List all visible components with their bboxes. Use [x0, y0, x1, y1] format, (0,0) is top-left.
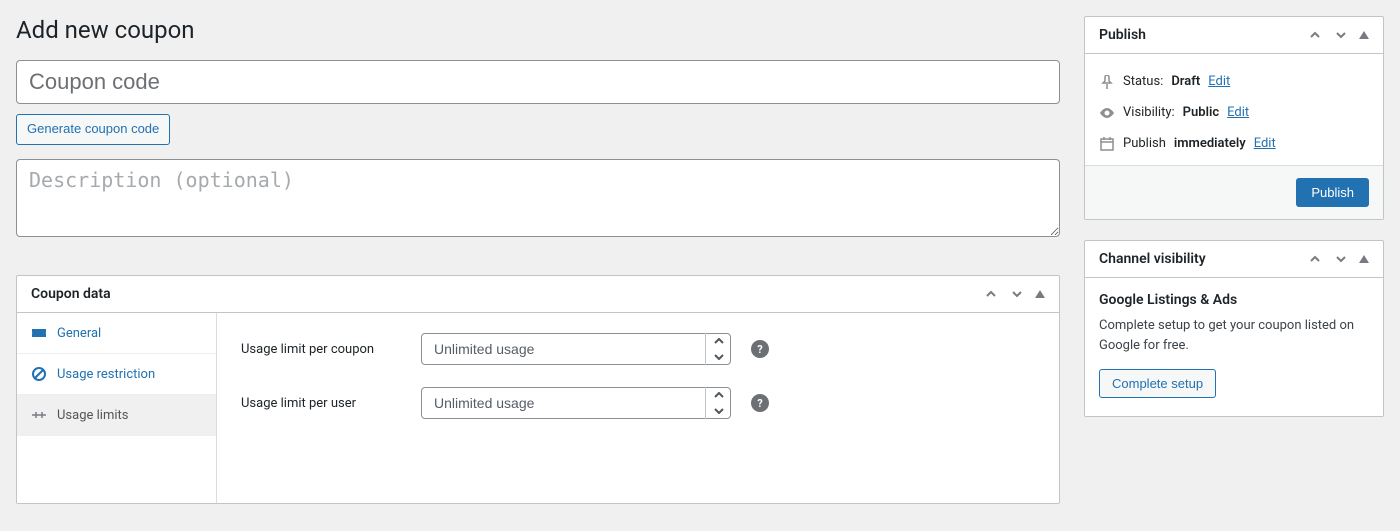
- coupon-code-input[interactable]: [16, 60, 1060, 104]
- tab-general-label: General: [57, 326, 101, 341]
- toggle-panel-icon[interactable]: [1035, 290, 1045, 298]
- visibility-value: Public: [1183, 105, 1219, 120]
- pin-icon: [1099, 75, 1115, 89]
- tab-usage-limits-label: Usage limits: [57, 408, 128, 423]
- publish-heading: Publish: [1099, 27, 1146, 43]
- help-icon[interactable]: ?: [751, 340, 769, 358]
- schedule-label: Publish: [1123, 136, 1166, 151]
- stepper-up-icon[interactable]: [706, 333, 731, 349]
- usage-limit-per-user-stepper[interactable]: [421, 387, 731, 419]
- usage-limit-per-coupon-label: Usage limit per coupon: [241, 342, 401, 357]
- usage-limit-per-coupon-input[interactable]: [421, 333, 731, 365]
- status-label: Status:: [1123, 74, 1163, 89]
- channel-heading: Channel visibility: [1099, 251, 1206, 267]
- complete-setup-button[interactable]: Complete setup: [1099, 369, 1216, 398]
- sliders-icon: [31, 407, 47, 423]
- calendar-icon: [1099, 137, 1115, 151]
- tab-usage-restriction[interactable]: Usage restriction: [17, 354, 216, 395]
- chevron-down-icon[interactable]: [1333, 251, 1349, 267]
- usage-limit-per-coupon-stepper[interactable]: [421, 333, 731, 365]
- coupon-data-heading: Coupon data: [31, 286, 111, 302]
- stepper-up-icon[interactable]: [706, 387, 731, 403]
- channel-subheading: Google Listings & Ads: [1099, 292, 1369, 308]
- generate-coupon-button[interactable]: Generate coupon code: [16, 114, 170, 145]
- ticket-icon: [31, 325, 47, 341]
- chevron-up-icon[interactable]: [1307, 251, 1323, 267]
- stepper-down-icon[interactable]: [706, 403, 731, 419]
- chevron-up-icon[interactable]: [983, 286, 999, 302]
- coupon-data-panel: Coupon data General Usage restriction: [16, 275, 1060, 504]
- tab-usage-limits[interactable]: Usage limits: [17, 395, 216, 436]
- usage-limit-per-user-input[interactable]: [421, 387, 731, 419]
- no-entry-icon: [31, 366, 47, 382]
- channel-description: Complete setup to get your coupon listed…: [1099, 316, 1369, 355]
- schedule-edit-link[interactable]: Edit: [1254, 136, 1276, 151]
- status-value: Draft: [1171, 74, 1200, 89]
- usage-limit-per-user-label: Usage limit per user: [241, 396, 401, 411]
- chevron-up-icon[interactable]: [1307, 27, 1323, 43]
- publish-button[interactable]: Publish: [1296, 178, 1369, 207]
- page-title: Add new coupon: [16, 16, 1060, 44]
- publish-panel: Publish Status: Draft Edit Visibility:: [1084, 16, 1384, 220]
- tab-usage-restriction-label: Usage restriction: [57, 367, 155, 382]
- coupon-description-textarea[interactable]: [16, 159, 1060, 237]
- help-icon[interactable]: ?: [751, 394, 769, 412]
- stepper-down-icon[interactable]: [706, 349, 731, 365]
- visibility-label: Visibility:: [1123, 105, 1175, 120]
- visibility-edit-link[interactable]: Edit: [1227, 105, 1249, 120]
- schedule-value: immediately: [1174, 136, 1246, 151]
- channel-visibility-panel: Channel visibility Google Listings & Ads…: [1084, 240, 1384, 417]
- chevron-down-icon[interactable]: [1333, 27, 1349, 43]
- toggle-panel-icon[interactable]: [1359, 255, 1369, 263]
- eye-icon: [1099, 108, 1115, 118]
- tab-general[interactable]: General: [17, 313, 216, 354]
- chevron-down-icon[interactable]: [1009, 286, 1025, 302]
- status-edit-link[interactable]: Edit: [1208, 74, 1230, 89]
- toggle-panel-icon[interactable]: [1359, 31, 1369, 39]
